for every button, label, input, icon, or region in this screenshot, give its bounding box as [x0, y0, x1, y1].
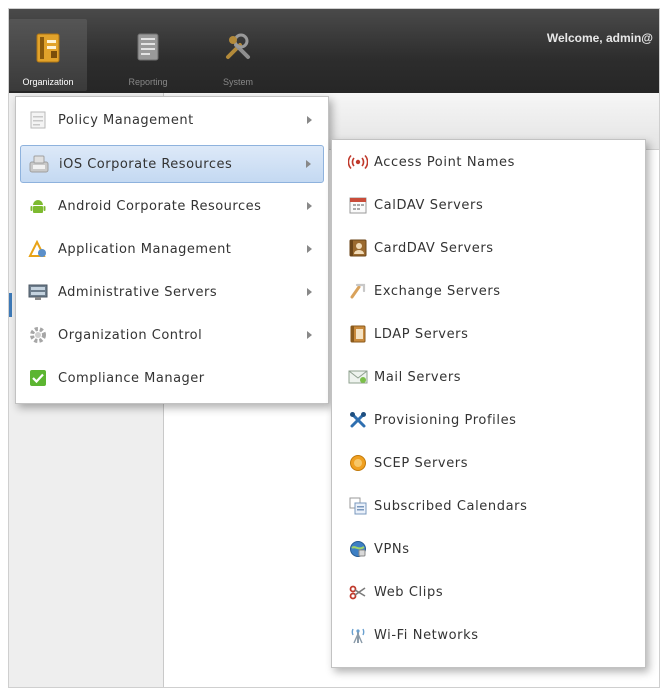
submenu-item-label: Provisioning Profiles: [374, 412, 517, 428]
broadcast-icon: [348, 152, 368, 172]
tools-icon: [224, 33, 252, 65]
chevron-right-icon: [307, 288, 312, 296]
top-toolbar: Organization Reporting System Welcome, a…: [9, 9, 659, 93]
toolbar-item-label: Reporting: [128, 77, 168, 87]
menu-item-policy-management[interactable]: Policy Management: [20, 102, 324, 138]
submenu-item-label: LDAP Servers: [374, 326, 469, 342]
submenu-item-label: CardDAV Servers: [374, 240, 494, 256]
submenu-item-carddav-servers[interactable]: CardDAV Servers: [336, 231, 641, 265]
submenu-item-ldap-servers[interactable]: LDAP Servers: [336, 317, 641, 351]
calendar-icon: [348, 195, 368, 215]
submenu-item-label: Access Point Names: [374, 154, 515, 170]
menu-item-label: Administrative Servers: [58, 284, 218, 300]
contact-card-icon: [348, 238, 368, 258]
report-icon: [137, 33, 159, 65]
menu-item-organization-control[interactable]: Organization Control: [20, 317, 324, 353]
submenu-item-label: SCEP Servers: [374, 455, 469, 471]
toolbar-item-label: Organization: [22, 77, 74, 87]
submenu-item-mail-servers[interactable]: Mail Servers: [336, 360, 641, 394]
submenu-item-vpns[interactable]: VPNs: [336, 532, 641, 566]
submenu-item-access-point-names[interactable]: Access Point Names: [336, 145, 641, 179]
menu-item-android-corporate-resources[interactable]: Android Corporate Resources: [20, 188, 324, 224]
menu-item-label: Organization Control: [58, 327, 203, 343]
toolbar-organization-button[interactable]: Organization: [9, 19, 87, 91]
gear-icon: [28, 325, 48, 345]
ios-device-icon: [29, 154, 49, 174]
submenu-item-label: Wi-Fi Networks: [374, 627, 479, 643]
menu-item-label: iOS Corporate Resources: [59, 156, 233, 172]
address-book-icon: [348, 324, 368, 344]
check-icon: [28, 368, 48, 388]
scissors-icon: [348, 582, 368, 602]
submenu-item-caldav-servers[interactable]: CalDAV Servers: [336, 188, 641, 222]
menu-item-label: Application Management: [58, 241, 232, 257]
subscribed-calendar-icon: [348, 496, 368, 516]
panel-tick: [9, 293, 12, 317]
submenu-item-label: VPNs: [374, 541, 410, 557]
ios-corporate-resources-submenu: Access Point Names CalDAV Servers CardDA…: [331, 139, 646, 668]
organization-menu: Policy Management iOS Corporate Resource…: [15, 96, 329, 404]
menu-item-label: Compliance Manager: [58, 370, 205, 386]
menu-item-compliance-manager[interactable]: Compliance Manager: [20, 360, 324, 396]
wrench-icon: [348, 410, 368, 430]
submenu-item-scep-servers[interactable]: SCEP Servers: [336, 446, 641, 480]
toolbar-reporting-button[interactable]: Reporting: [109, 19, 187, 91]
submenu-item-label: Exchange Servers: [374, 283, 501, 299]
submenu-item-provisioning-profiles[interactable]: Provisioning Profiles: [336, 403, 641, 437]
menu-item-label: Android Corporate Resources: [58, 198, 262, 214]
android-icon: [28, 196, 48, 216]
submenu-item-label: Mail Servers: [374, 369, 462, 385]
servers-icon: [28, 282, 48, 302]
toolbar-item-label: System: [222, 77, 253, 87]
chevron-right-icon: [307, 245, 312, 253]
vpn-icon: [348, 539, 368, 559]
wifi-antenna-icon: [348, 625, 368, 645]
chevron-right-icon: [307, 331, 312, 339]
app-window: Organization Reporting System Welcome, a…: [8, 8, 660, 688]
chevron-right-icon: [306, 160, 311, 168]
certificate-icon: [348, 453, 368, 473]
submenu-item-label: Subscribed Calendars: [374, 498, 528, 514]
menu-item-label: Policy Management: [58, 112, 194, 128]
submenu-item-exchange-servers[interactable]: Exchange Servers: [336, 274, 641, 308]
exchange-icon: [348, 281, 368, 301]
welcome-text: Welcome, admin@: [546, 31, 653, 45]
menu-item-administrative-servers[interactable]: Administrative Servers: [20, 274, 324, 310]
submenu-item-wifi-networks[interactable]: Wi-Fi Networks: [336, 618, 641, 652]
app-management-icon: [28, 239, 48, 259]
toolbar-system-button[interactable]: System: [199, 19, 277, 91]
binder-icon: [35, 33, 61, 67]
submenu-item-label: Web Clips: [374, 584, 444, 600]
menu-item-application-management[interactable]: Application Management: [20, 231, 324, 267]
policy-doc-icon: [28, 110, 48, 130]
submenu-item-web-clips[interactable]: Web Clips: [336, 575, 641, 609]
submenu-item-label: CalDAV Servers: [374, 197, 484, 213]
menu-item-ios-corporate-resources[interactable]: iOS Corporate Resources: [20, 145, 324, 183]
chevron-right-icon: [307, 116, 312, 124]
chevron-right-icon: [307, 202, 312, 210]
submenu-item-subscribed-calendars[interactable]: Subscribed Calendars: [336, 489, 641, 523]
mail-icon: [348, 367, 368, 387]
